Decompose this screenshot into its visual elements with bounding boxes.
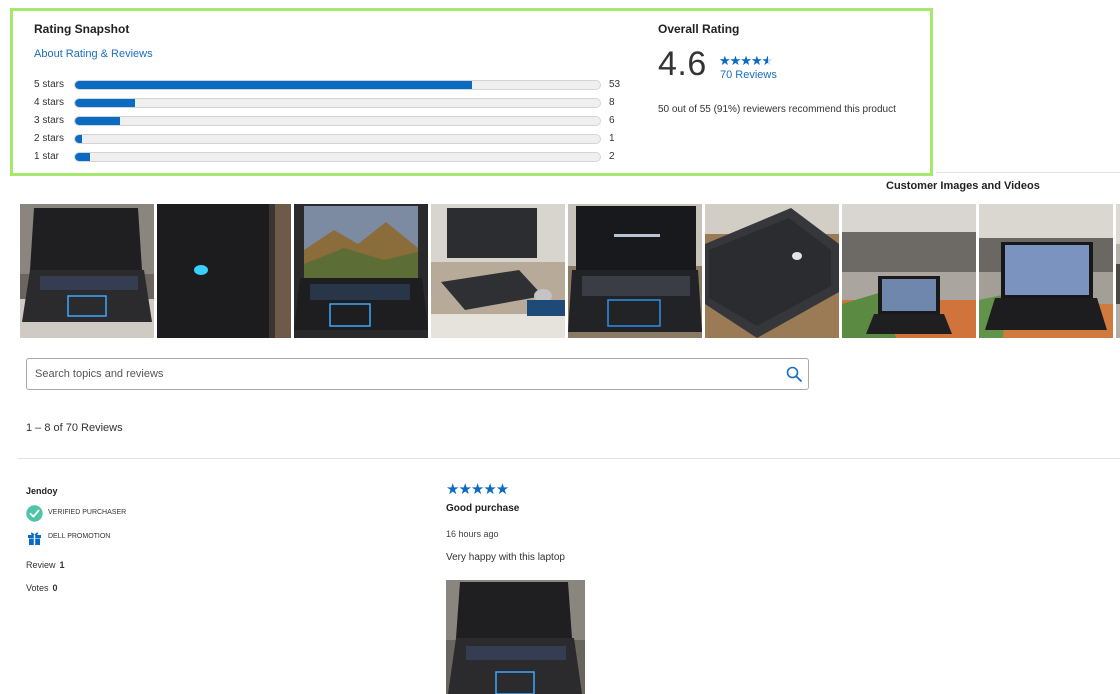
rating-snapshot-title: Rating Snapshot	[34, 22, 130, 36]
customer-image-thumbnail[interactable]	[157, 204, 291, 338]
rating-snapshot-panel: Rating Snapshot About Rating & Reviews 5…	[10, 8, 933, 176]
customer-image-thumbnail[interactable]	[1116, 204, 1120, 338]
rating-bar-fill	[75, 153, 91, 161]
divider	[936, 172, 1120, 173]
rating-row-4-stars[interactable]: 4 stars 8	[34, 96, 634, 110]
rating-bar-fill	[75, 99, 135, 107]
laptop-review-image	[446, 580, 585, 694]
rating-bar-track	[74, 98, 601, 108]
rating-bar-track	[74, 134, 601, 144]
reviewer-review-count: Review 1	[26, 560, 65, 570]
rating-bar-fill	[75, 81, 473, 89]
rating-row-1-star[interactable]: 1 star 2	[34, 150, 634, 164]
review-star-rating: ★★★★★	[446, 481, 509, 498]
rating-bar-track	[74, 80, 601, 90]
badge-label: DELL PROMOTION	[48, 533, 111, 540]
reviewer-name: Jendoy	[26, 486, 58, 496]
rating-row-count: 6	[609, 115, 615, 126]
customer-images-strip	[20, 204, 1120, 338]
rating-row-5-stars[interactable]: 5 stars 53	[34, 78, 634, 92]
rating-row-count: 8	[609, 97, 615, 108]
rating-bar-track	[74, 116, 601, 126]
reviewer-votes: Votes 0	[26, 583, 58, 593]
rating-row-label: 2 stars	[34, 133, 65, 144]
laptop-photo-image	[1116, 204, 1120, 338]
review-body: Very happy with this laptop	[446, 552, 565, 563]
customer-image-thumbnail[interactable]	[705, 204, 839, 338]
laptop-wallpaper-image	[294, 204, 428, 338]
verified-check-icon	[26, 505, 43, 522]
laptop-photo-image	[20, 204, 154, 338]
laptop-lid-image	[157, 204, 291, 338]
rating-row-label: 1 star	[34, 151, 60, 162]
search-icon[interactable]	[786, 366, 802, 382]
customer-image-thumbnail[interactable]	[294, 204, 428, 338]
rating-bar-fill	[75, 135, 83, 143]
rating-bar-fill	[75, 117, 121, 125]
customer-image-thumbnail[interactable]	[20, 204, 154, 338]
review-count-label: Review	[26, 560, 56, 570]
review-count-value: 1	[59, 560, 65, 570]
overall-rating-title: Overall Rating	[658, 22, 740, 36]
recommend-text: 50 out of 55 (91%) reviewers recommend t…	[658, 104, 896, 115]
reviews-range-count: 1 – 8 of 70 Reviews	[26, 422, 123, 434]
review-timestamp: 16 hours ago	[446, 529, 499, 539]
divider	[18, 458, 1120, 459]
laptop-office-image	[979, 204, 1113, 338]
review-title: Good purchase	[446, 503, 520, 514]
customer-image-thumbnail[interactable]	[431, 204, 565, 338]
badge-label: VERIFIED PURCHASER	[48, 509, 127, 516]
laptop-boot-image	[568, 204, 702, 338]
gift-icon	[28, 532, 41, 545]
rating-row-label: 5 stars	[34, 79, 65, 90]
rating-row-3-stars[interactable]: 3 stars 6	[34, 114, 634, 128]
rating-row-label: 4 stars	[34, 97, 65, 108]
star-rating-filled: ★★★★★	[719, 53, 769, 68]
customer-image-thumbnail[interactable]	[979, 204, 1113, 338]
overall-rating-value: 4.6	[658, 45, 707, 83]
overall-star-rating: ★★★★★ ★★★★★	[719, 53, 773, 69]
rating-row-2-stars[interactable]: 2 stars 1	[34, 132, 634, 146]
search-box	[26, 358, 809, 390]
rating-row-count: 53	[609, 79, 621, 90]
votes-value: 0	[52, 583, 58, 593]
review-photo[interactable]	[446, 580, 585, 694]
rating-row-label: 3 stars	[34, 115, 65, 126]
rating-row-count: 1	[609, 133, 615, 144]
reviews-count-link[interactable]: 70 Reviews	[720, 69, 777, 81]
laptop-desk-image	[431, 204, 565, 338]
laptop-closed-image	[705, 204, 839, 338]
customer-image-thumbnail[interactable]	[842, 204, 976, 338]
customer-images-title: Customer Images and Videos	[886, 180, 1040, 192]
rating-bar-track	[74, 152, 601, 162]
laptop-office-image	[842, 204, 976, 338]
about-rating-reviews-link[interactable]: About Rating & Reviews	[34, 48, 153, 60]
customer-image-thumbnail[interactable]	[568, 204, 702, 338]
votes-label: Votes	[26, 583, 49, 593]
search-input[interactable]	[27, 359, 777, 389]
rating-row-count: 2	[609, 151, 615, 162]
